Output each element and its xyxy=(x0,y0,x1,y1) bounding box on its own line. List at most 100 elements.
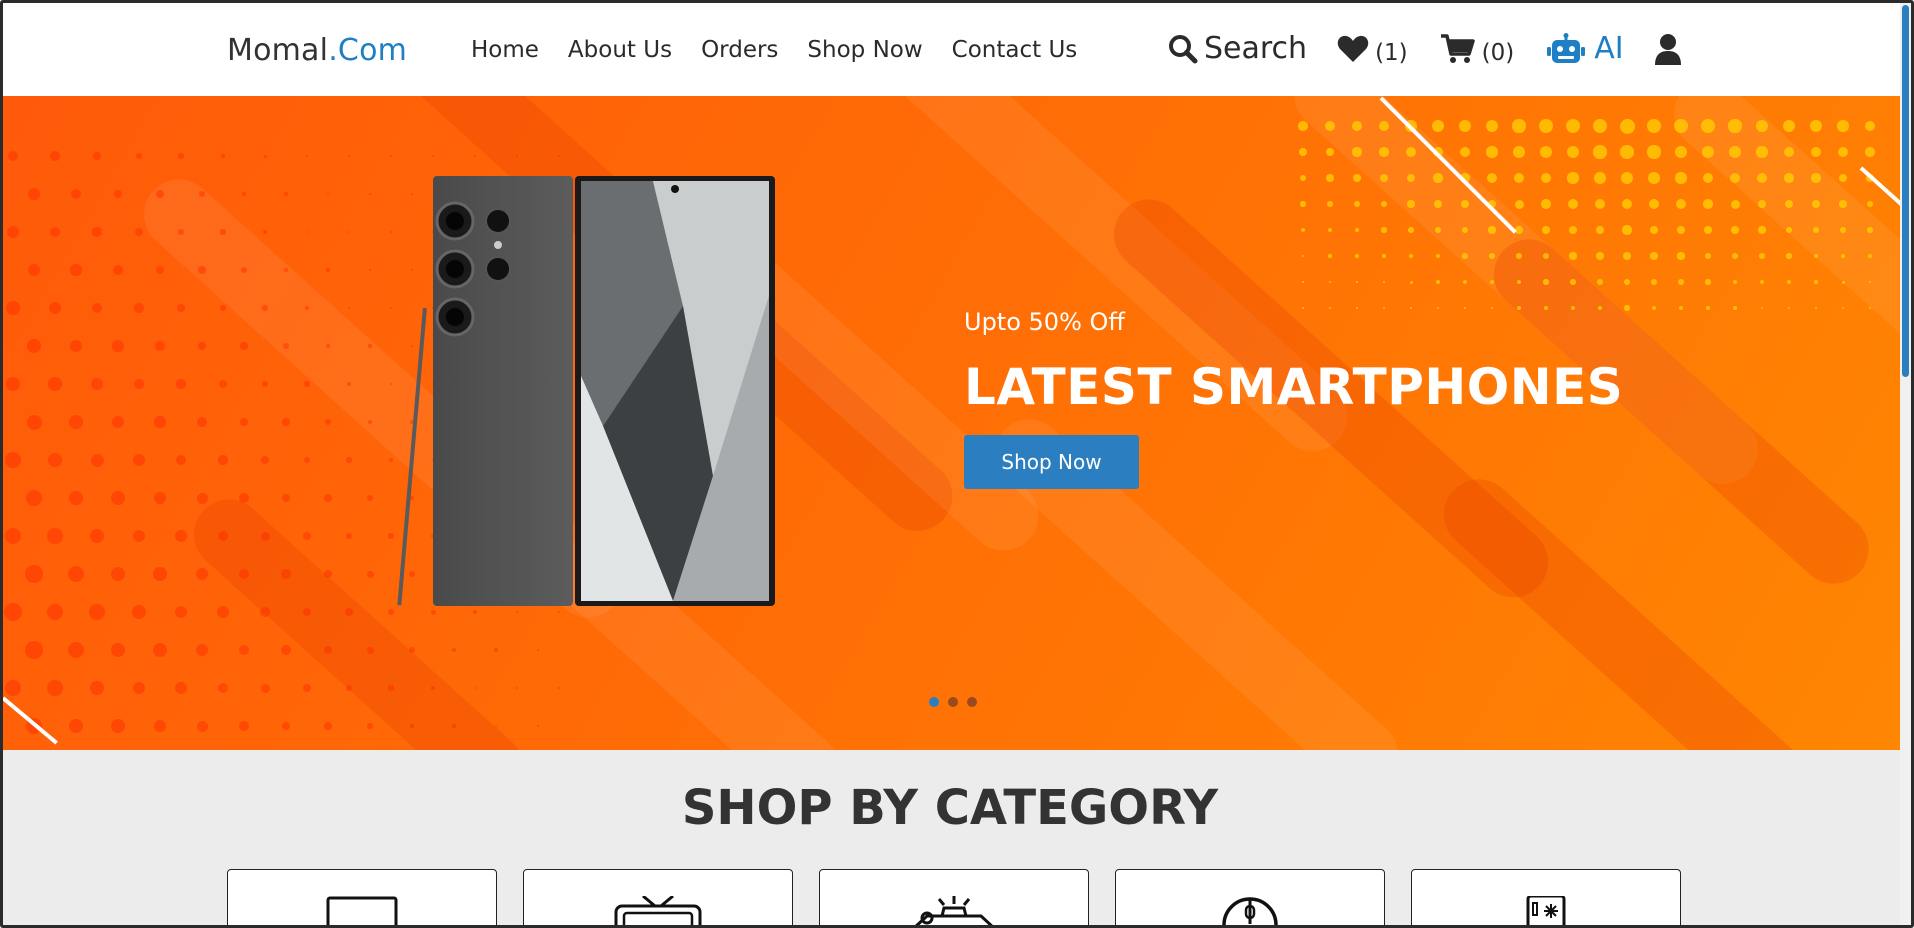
hero-dot xyxy=(1324,120,1336,132)
hero-dot xyxy=(1814,306,1818,310)
hero-dot xyxy=(1458,119,1472,133)
hero-dot xyxy=(68,718,84,734)
search-label: Search xyxy=(1204,31,1308,66)
hero-dot xyxy=(260,683,270,693)
cart-count: (0) xyxy=(1481,39,1515,66)
carousel-indicator-2[interactable] xyxy=(948,697,958,707)
hero-dot xyxy=(1355,254,1359,258)
robot-icon xyxy=(1547,32,1586,63)
ai-assistant-button[interactable]: AI xyxy=(1546,31,1624,66)
hero-dot xyxy=(516,687,518,689)
hero-dot xyxy=(1353,174,1361,182)
hero-dot xyxy=(112,340,124,352)
hero-dot xyxy=(1488,226,1496,234)
hero-dot xyxy=(25,641,43,659)
wishlist-count: (1) xyxy=(1375,39,1408,66)
hero-dot xyxy=(1433,173,1443,183)
search-icon xyxy=(1169,34,1198,63)
hero-dot xyxy=(240,342,248,350)
hero-dot xyxy=(1565,118,1581,134)
nav-link-contact-us[interactable]: Contact Us xyxy=(952,37,1078,63)
hero-dot xyxy=(1594,172,1606,184)
nav-link-shop-now[interactable]: Shop Now xyxy=(807,37,922,63)
brand-logo[interactable]: Momal.Com xyxy=(227,33,407,68)
hero-dot xyxy=(1406,147,1416,157)
hero-dot xyxy=(1620,145,1634,159)
hero-dot xyxy=(4,679,22,697)
hero-dot xyxy=(4,527,22,545)
carousel-indicator-1[interactable] xyxy=(929,697,939,707)
hero-dot xyxy=(1677,252,1685,260)
hero-dot xyxy=(1784,199,1794,209)
hero-dot xyxy=(1298,121,1308,131)
hero-dot xyxy=(1379,147,1389,157)
hero-dot xyxy=(70,188,82,200)
hero-dot xyxy=(113,265,123,275)
hero-dot xyxy=(1867,227,1873,233)
hero-dot xyxy=(1513,172,1525,184)
category-card-computer-accessories[interactable] xyxy=(1115,869,1385,928)
hero-dot xyxy=(27,339,41,353)
ai-label: AI xyxy=(1594,31,1624,66)
hero-dot xyxy=(1408,227,1414,233)
hero-dot xyxy=(1300,201,1306,207)
wishlist-button[interactable]: (1) xyxy=(1337,32,1408,66)
hero-dot xyxy=(1731,226,1739,234)
page-scrollbar-thumb[interactable] xyxy=(1902,5,1909,377)
hero-dot xyxy=(260,531,270,541)
hero-dot xyxy=(1463,280,1467,284)
hero-dot xyxy=(67,641,85,659)
carousel-indicator-3[interactable] xyxy=(967,697,977,707)
hero-dot xyxy=(1786,253,1792,259)
hero-dot xyxy=(198,266,206,274)
cart-button[interactable]: (0) xyxy=(1440,32,1515,66)
hero-dot xyxy=(1486,146,1498,158)
hero-dot xyxy=(177,304,185,312)
hero-dot xyxy=(1329,307,1331,309)
hero-dot xyxy=(1731,252,1739,260)
hero-dot xyxy=(1490,306,1494,310)
hero-dot xyxy=(1623,278,1631,286)
hero-dot xyxy=(217,682,229,694)
hero-dot xyxy=(1840,227,1846,233)
hero-dot xyxy=(1354,227,1360,233)
carousel-indicators xyxy=(929,697,977,707)
hero-dot xyxy=(1435,253,1441,259)
hero-dot xyxy=(537,649,539,651)
hero-dot xyxy=(46,603,64,621)
hero-shop-now-button[interactable]: Shop Now xyxy=(964,435,1139,489)
hero-dot xyxy=(1460,199,1470,209)
category-card-laptops[interactable] xyxy=(227,869,497,928)
hero-dot xyxy=(367,723,373,729)
hero-dot xyxy=(431,686,435,690)
hero-dot xyxy=(195,567,209,581)
hero-dot xyxy=(325,419,331,425)
hero-dot xyxy=(6,301,20,315)
hero-dot xyxy=(1678,305,1684,311)
hero-dot xyxy=(1838,173,1848,183)
nav-link-home[interactable]: Home xyxy=(471,37,539,63)
hero-dot xyxy=(1436,306,1440,310)
tv-icon xyxy=(614,896,702,928)
hero-dot xyxy=(28,188,40,200)
hero-dot xyxy=(326,268,330,272)
hero-dot xyxy=(1302,307,1304,309)
hero-dot xyxy=(303,684,311,692)
hero-dot xyxy=(1379,173,1389,183)
hero-dot xyxy=(1512,119,1526,133)
hero-dot xyxy=(1676,225,1686,235)
nav-link-about-us[interactable]: About Us xyxy=(568,37,672,63)
category-card-televisions[interactable] xyxy=(523,869,793,928)
hero-dot xyxy=(25,565,43,583)
search-button[interactable]: Search xyxy=(1168,31,1307,66)
category-card-home-appliances[interactable] xyxy=(1411,869,1681,928)
hero-dot xyxy=(558,687,560,689)
hero-dot xyxy=(263,154,267,158)
hero-dot xyxy=(153,643,167,657)
hero-dot xyxy=(281,569,291,579)
user-account-button[interactable] xyxy=(1654,33,1682,65)
category-card-car-accessories[interactable] xyxy=(819,869,1089,928)
nav-link-orders[interactable]: Orders xyxy=(701,37,778,63)
hero-carousel[interactable]: Upto 50% Off LATEST SMARTPHONES Shop Now xyxy=(3,96,1900,750)
hero-dot xyxy=(348,231,350,233)
